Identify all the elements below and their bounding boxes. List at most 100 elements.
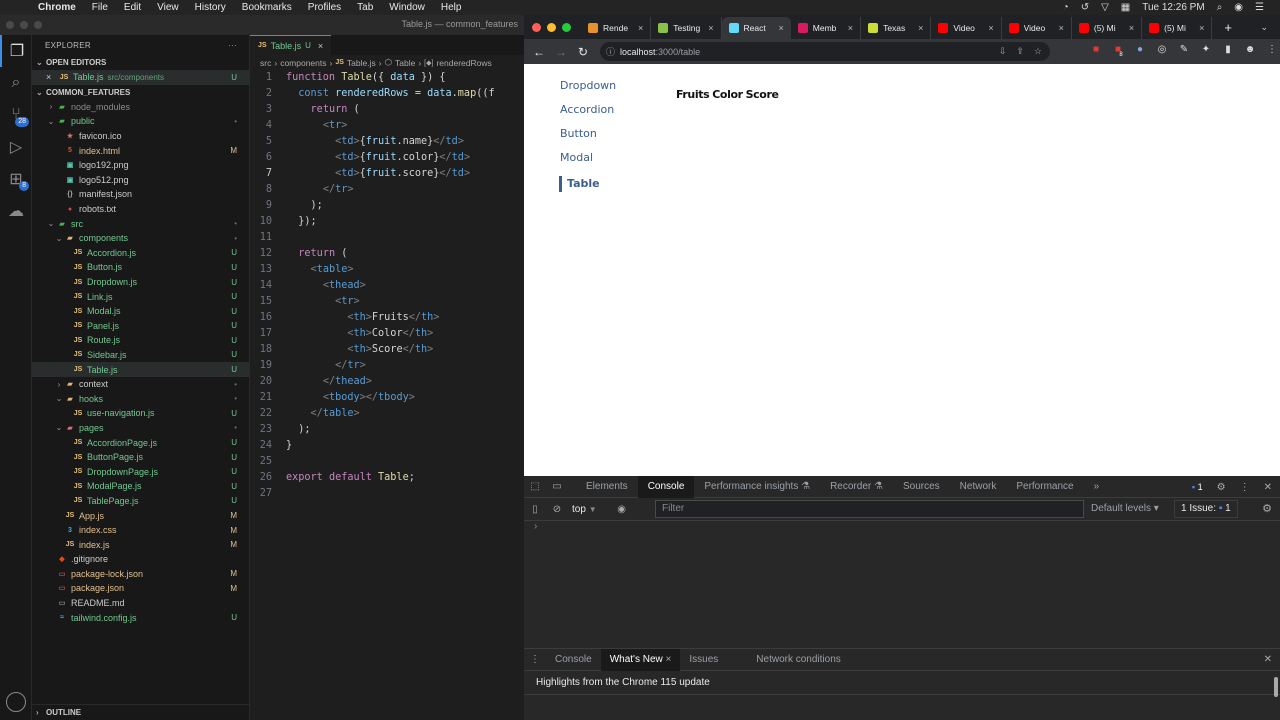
forward-button[interactable]: → bbox=[550, 45, 572, 59]
browser-tab[interactable]: Video × bbox=[1002, 17, 1072, 39]
siri-icon[interactable]: ◉ bbox=[1234, 2, 1243, 13]
input-icon[interactable]: ▦ bbox=[1121, 2, 1130, 13]
file-item[interactable]: ≈ tailwind.config.js U bbox=[32, 610, 249, 625]
minimize-window-button[interactable] bbox=[547, 22, 556, 32]
more-actions-icon[interactable]: ··· bbox=[228, 41, 237, 50]
editor-tab-table-js[interactable]: JS Table.js U × bbox=[250, 35, 332, 55]
minimize-window-button[interactable] bbox=[20, 21, 28, 29]
browser-tab[interactable]: (5) Mi × bbox=[1142, 17, 1213, 39]
page-nav-link[interactable]: Button bbox=[560, 128, 616, 152]
issues-button[interactable]: 1 Issue: ▪ 1 bbox=[1174, 500, 1238, 518]
file-item[interactable]: ▭ README.md bbox=[32, 596, 249, 611]
console-prompt[interactable]: › bbox=[524, 521, 1280, 537]
context-selector[interactable]: top ▼ bbox=[572, 504, 597, 515]
devtools-tab[interactable]: Recorder ⚗ bbox=[820, 476, 893, 498]
drawer-tab[interactable]: Console bbox=[546, 649, 601, 671]
file-item[interactable]: JS DropdownPage.js U bbox=[32, 464, 249, 479]
file-item[interactable]: JS Modal.js U bbox=[32, 304, 249, 319]
file-item[interactable]: JS Button.js U bbox=[32, 260, 249, 275]
file-item[interactable]: JS AccordionPage.js U bbox=[32, 435, 249, 450]
back-button[interactable]: ← bbox=[528, 45, 550, 59]
close-drawer-icon[interactable]: ✕ bbox=[1264, 654, 1272, 665]
console-settings-gear-icon[interactable]: ⚙ bbox=[1262, 502, 1272, 515]
explorer-icon[interactable]: ❐ bbox=[0, 35, 32, 67]
close-tab-icon[interactable]: × bbox=[918, 23, 923, 33]
address-bar[interactable]: ⓘ localhost :3000/table ⇩ ⇪ ☆ bbox=[600, 42, 1050, 61]
file-item[interactable]: JS Sidebar.js U bbox=[32, 348, 249, 363]
zoom-window-button[interactable] bbox=[34, 21, 42, 29]
browser-tab[interactable]: Testing × bbox=[651, 17, 722, 39]
bookmark-star-icon[interactable]: ☆ bbox=[1034, 46, 1042, 57]
close-tab-icon[interactable]: × bbox=[848, 23, 853, 33]
browser-tab[interactable]: Texas × bbox=[861, 17, 932, 39]
close-tab-icon[interactable]: × bbox=[1129, 23, 1134, 33]
breadcrumb-item[interactable]: src bbox=[260, 58, 271, 68]
folder-item[interactable]: ⌄ ▰ public • bbox=[32, 114, 249, 129]
drawer-tab[interactable]: What's New × bbox=[600, 648, 681, 671]
scrollbar[interactable] bbox=[1274, 677, 1278, 697]
side-panel-icon[interactable]: ▮ bbox=[1222, 44, 1234, 55]
more-tabs-chevron-icon[interactable]: » bbox=[1084, 476, 1110, 498]
reload-button[interactable]: ↻ bbox=[572, 45, 594, 59]
menu-item[interactable]: View bbox=[157, 2, 179, 13]
device-toolbar-icon[interactable]: ▭ bbox=[546, 481, 568, 492]
file-item[interactable]: JS Accordion.js U bbox=[32, 246, 249, 261]
file-item[interactable]: ▭ package-lock.json M bbox=[32, 567, 249, 582]
close-tab-icon[interactable]: × bbox=[779, 23, 784, 33]
file-item[interactable]: JS TablePage.js U bbox=[32, 494, 249, 509]
profile-avatar[interactable]: ☻ bbox=[1244, 44, 1256, 55]
folder-item[interactable]: › ▰ node_modules bbox=[32, 100, 249, 115]
file-item[interactable]: ★ favicon.ico bbox=[32, 129, 249, 144]
drawer-menu-icon[interactable]: ⋮ bbox=[524, 654, 546, 665]
devtools-tab[interactable]: Console bbox=[637, 475, 695, 498]
breadcrumb-item[interactable]: Table.js bbox=[347, 58, 376, 68]
share-icon[interactable]: ⇪ bbox=[1016, 46, 1024, 57]
devtools-tab[interactable]: Network bbox=[950, 476, 1007, 498]
page-nav-link[interactable]: Accordion bbox=[560, 104, 616, 128]
file-item[interactable]: {} manifest.json bbox=[32, 187, 249, 202]
account-icon[interactable] bbox=[6, 692, 26, 712]
folder-item[interactable]: ⌄ ▰ pages • bbox=[32, 421, 249, 436]
file-item[interactable]: JS index.js M bbox=[32, 537, 249, 552]
close-tab-icon[interactable]: × bbox=[1199, 23, 1204, 33]
folder-item[interactable]: ⌄ ▰ src • bbox=[32, 216, 249, 231]
inspect-element-icon[interactable]: ⬚ bbox=[524, 481, 546, 492]
code-area[interactable]: 1 function Table({ data }) {2 const rende… bbox=[250, 70, 524, 502]
close-tab-icon[interactable]: × bbox=[988, 23, 993, 33]
page-nav-link[interactable]: Modal bbox=[560, 152, 616, 176]
site-info-icon[interactable]: ⓘ bbox=[606, 45, 615, 58]
menu-item[interactable]: Help bbox=[441, 2, 462, 13]
close-icon[interactable]: × bbox=[663, 654, 672, 665]
browser-tab[interactable]: Memb × bbox=[791, 17, 862, 39]
clear-console-icon[interactable]: ⊘ bbox=[546, 504, 568, 515]
menu-item[interactable]: Tab bbox=[357, 2, 373, 13]
breadcrumb-item[interactable]: renderedRows bbox=[436, 58, 491, 68]
close-devtools-icon[interactable]: ✕ bbox=[1264, 482, 1272, 493]
spotlight-search-icon[interactable]: ⌕ bbox=[1217, 2, 1223, 13]
menu-item[interactable]: Bookmarks bbox=[242, 2, 292, 13]
source-control-icon[interactable]: ⑂ 28 bbox=[0, 99, 32, 131]
project-section[interactable]: ⌄ COMMON_FEATURES bbox=[32, 85, 249, 100]
folder-item[interactable]: ⌄ ▰ hooks • bbox=[32, 391, 249, 406]
devtools-tab[interactable]: Elements bbox=[576, 476, 638, 498]
new-tab-button[interactable]: + bbox=[1224, 20, 1232, 35]
extensions-icon[interactable]: ⊞ 8 bbox=[0, 163, 32, 195]
zoom-window-button[interactable] bbox=[562, 22, 571, 32]
live-expression-eye-icon[interactable]: ◉ bbox=[611, 504, 633, 515]
open-editors-section[interactable]: ⌄ OPEN EDITORS bbox=[32, 55, 249, 70]
close-tab-icon[interactable]: × bbox=[708, 23, 713, 33]
menu-item[interactable]: History bbox=[195, 2, 226, 13]
file-item[interactable]: JS ModalPage.js U bbox=[32, 479, 249, 494]
run-debug-icon[interactable]: ▷ bbox=[0, 131, 32, 163]
menu-app-name[interactable]: Chrome bbox=[38, 2, 76, 13]
file-item[interactable]: JS App.js M bbox=[32, 508, 249, 523]
file-item[interactable]: JS Table.js U bbox=[32, 362, 249, 377]
file-item[interactable]: JS Link.js U bbox=[32, 289, 249, 304]
extension-icon[interactable]: ● bbox=[1134, 44, 1146, 55]
breadcrumb-item[interactable]: components bbox=[280, 58, 326, 68]
close-window-button[interactable] bbox=[532, 22, 541, 32]
browser-tab[interactable]: Rende × bbox=[581, 17, 652, 39]
menu-item[interactable]: Edit bbox=[124, 2, 141, 13]
file-item[interactable]: JS Route.js U bbox=[32, 333, 249, 348]
file-item[interactable]: ● robots.txt bbox=[32, 202, 249, 217]
